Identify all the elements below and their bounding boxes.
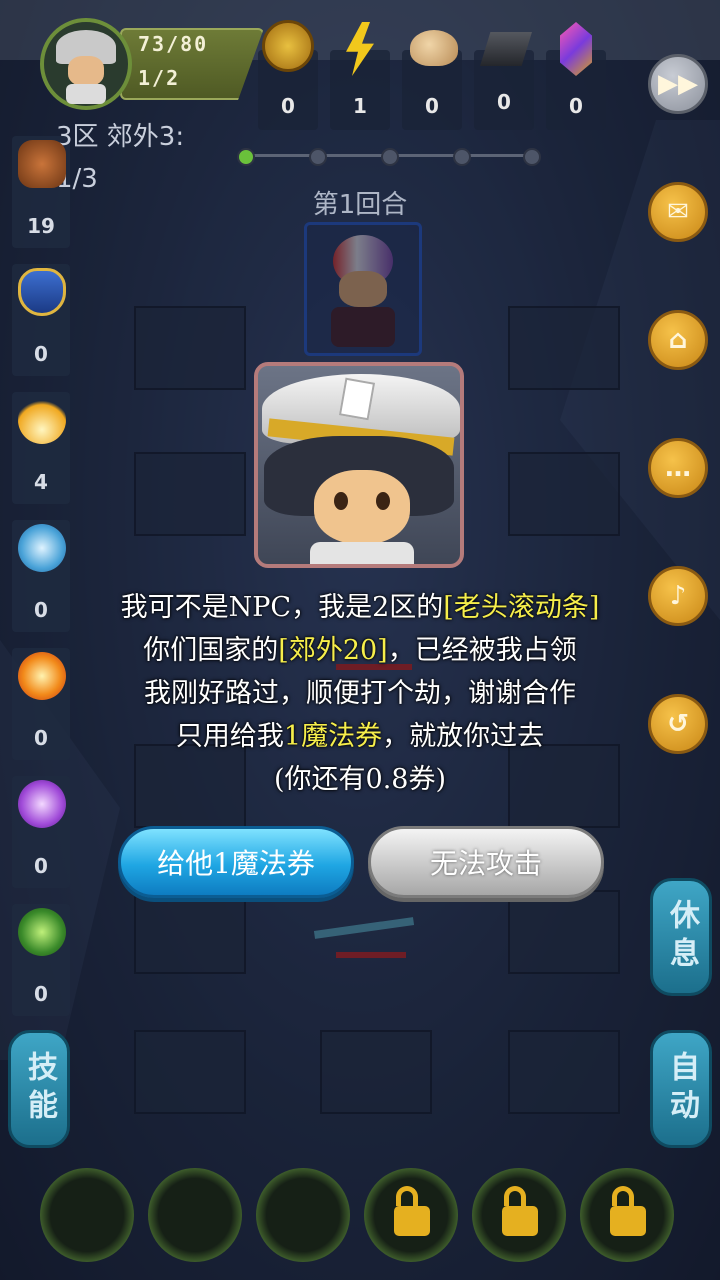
lock-icon [612, 1186, 634, 1206]
give-ticket-button[interactable]: 给他1魔法券 [118, 826, 354, 898]
skill-slot[interactable] [148, 1168, 242, 1262]
lightning-value: 0 [34, 854, 48, 878]
remaining-tickets: (你还有0.8券) [273, 764, 446, 795]
resource-count: 0 [281, 94, 295, 118]
dialog-line: 我可不是NPC，我是2区的[老头滚动条] [40, 586, 680, 629]
avatar-face [68, 56, 104, 86]
npc-eye [376, 492, 390, 510]
resource-count: 1 [353, 94, 367, 118]
fire-arrow-icon [18, 396, 66, 444]
progress-node [381, 148, 399, 166]
chat-bubble-icon: … [665, 453, 691, 483]
rest-button[interactable]: 休息 [650, 878, 712, 996]
skill-button[interactable]: 技能 [8, 1030, 70, 1148]
npc-name: [老头滚动条] [443, 592, 600, 623]
home-icon: ⌂ [668, 325, 688, 355]
progress-node [453, 148, 471, 166]
dialog-line: 我刚好路过，顺便打个劫，谢谢合作 [144, 678, 576, 709]
bread-icon [410, 30, 458, 66]
progress-node [309, 148, 327, 166]
skill-slot-locked[interactable] [472, 1168, 566, 1262]
fast-forward-button[interactable]: ▶▶ [648, 54, 708, 114]
envelope-icon: ✉ [667, 197, 689, 227]
dialog-text: 我可不是NPC，我是2区的 [120, 592, 444, 623]
resource-count: 0 [569, 94, 583, 118]
water-wave-icon [18, 524, 66, 572]
fast-forward-icon: ▶▶ [658, 69, 698, 99]
dialog-line: 你们国家的[郊外20]，已经被我占领 [40, 629, 680, 672]
shield-icon [18, 268, 66, 316]
defense-value: 0 [34, 342, 48, 366]
hp-value: 73/80 [138, 32, 209, 56]
home-button[interactable]: ⌂ [648, 310, 708, 370]
ransom-item: 1魔法券 [283, 721, 383, 752]
dialog-line: 只用给我1魔法券，就放你过去 [40, 715, 680, 758]
poison-value: 0 [34, 982, 48, 1006]
resource-count: 0 [497, 90, 511, 114]
dialog-text: ，已经被我占领 [387, 635, 577, 666]
location-name: [郊外20] [278, 635, 388, 666]
round-label: 第1回合 [312, 190, 408, 220]
dialog-text: ，就放你过去 [382, 721, 545, 752]
poison-icon [18, 908, 66, 956]
cannot-attack-button[interactable]: 无法攻击 [368, 826, 604, 898]
chat-button[interactable]: … [648, 438, 708, 498]
fist-icon [18, 140, 66, 188]
avatar-body [66, 84, 106, 104]
npc-portrait [254, 362, 464, 568]
player-avatar[interactable] [40, 18, 132, 110]
lock-icon [502, 1206, 538, 1236]
lock-icon [396, 1186, 418, 1206]
skill-slot[interactable] [256, 1168, 350, 1262]
auto-button[interactable]: 自动 [650, 1030, 712, 1148]
npc-eye [334, 492, 348, 510]
stage-progress: 1/3 [56, 164, 98, 194]
stage-label: 3区 郊外3: 1/3 [56, 116, 216, 200]
attack-value: 19 [27, 214, 55, 238]
lock-icon [504, 1186, 526, 1206]
dialog-text: 你们国家的 [143, 635, 279, 666]
skill-slot-locked[interactable] [580, 1168, 674, 1262]
stage-name: 3区 郊外3: [56, 122, 185, 152]
star-coin-icon [262, 20, 314, 72]
skill-slot[interactable] [40, 1168, 134, 1262]
npc-face [314, 470, 410, 544]
resource-count: 0 [425, 94, 439, 118]
npc-dialog-text: 我可不是NPC，我是2区的[老头滚动条] 你们国家的[郊外20]，已经被我占领 … [40, 586, 680, 801]
progress-node [237, 148, 255, 166]
action-points-value: 1/2 [138, 66, 181, 90]
fire-value: 4 [34, 470, 48, 494]
skill-slot-locked[interactable] [364, 1168, 458, 1262]
npc-coat [310, 542, 414, 564]
dialog-text: 只用给我 [175, 721, 284, 752]
mail-button[interactable]: ✉ [648, 182, 708, 242]
progress-node [523, 148, 541, 166]
lock-icon [610, 1206, 646, 1236]
lock-icon [394, 1206, 430, 1236]
